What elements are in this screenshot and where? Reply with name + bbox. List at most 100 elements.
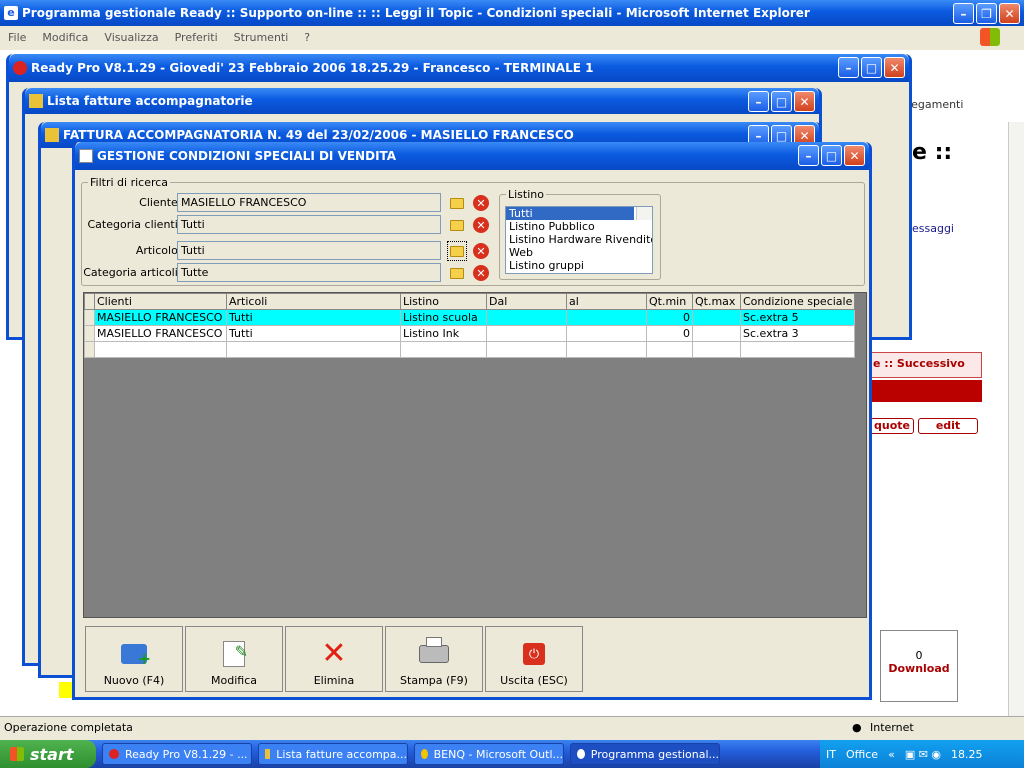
cell-condizione[interactable]: Sc.extra 5 [739,309,856,326]
ie-menubar: File Modifica Visualizza Preferiti Strum… [0,26,1024,48]
listino-scrollbar[interactable] [636,207,652,220]
articolo-clear-button[interactable]: ✕ [471,241,491,261]
messaggi-link[interactable]: essaggi [912,222,954,235]
stampa-button[interactable]: Stampa (F9) [385,626,483,692]
catart-field[interactable]: Tutte [177,263,441,282]
task-programma-gestionale[interactable]: Programma gestional... [570,743,720,765]
listino-option[interactable]: Web [506,246,652,259]
ie-minimize-button[interactable]: – [953,3,974,24]
dialog-minimize-button[interactable]: – [798,145,819,166]
col-dal[interactable]: Dal [486,293,567,310]
cell-qtmax[interactable] [692,325,741,342]
cell-articoli[interactable]: Tutti [226,325,401,342]
menu-preferiti[interactable]: Preferiti [175,31,218,44]
elimina-button[interactable]: ✕ Elimina [285,626,383,692]
cell-clienti[interactable]: MASIELLO FRANCESCO [94,325,227,342]
fatture-maximize-button[interactable]: □ [771,91,792,112]
cell-qtmin[interactable]: 0 [646,325,693,342]
ready-maximize-button[interactable]: □ [861,57,882,78]
catcli-folder-button[interactable] [447,215,467,235]
cell-empty[interactable] [739,341,856,358]
cell-al[interactable] [566,325,647,342]
ie-restore-button[interactable]: ❐ [976,3,997,24]
cliente-clear-button[interactable]: ✕ [471,193,491,213]
cell-empty[interactable] [486,341,567,358]
articolo-folder-button[interactable] [447,241,467,261]
cell-empty[interactable] [646,341,693,358]
cell-dal[interactable] [486,309,567,326]
download-link[interactable]: Download [881,662,957,675]
col-listino[interactable]: Listino [400,293,487,310]
list-icon [265,749,271,759]
fatture-minimize-button[interactable]: – [748,91,769,112]
menu-visualizza[interactable]: Visualizza [104,31,158,44]
catart-clear-button[interactable]: ✕ [471,263,491,283]
ready-close-button[interactable]: ✕ [884,57,905,78]
listino-option[interactable]: Listino gruppi [506,259,652,272]
tray-icons[interactable]: ▣ ✉ ◉ [905,748,941,761]
cell-qtmax[interactable] [692,309,741,326]
dialog-maximize-button[interactable]: □ [821,145,842,166]
table-row[interactable]: MASIELLO FRANCESCO Tutti Listino scuola … [84,309,856,326]
dialog-titlebar[interactable]: GESTIONE CONDIZIONI SPECIALI DI VENDITA … [75,142,869,170]
table-row-empty[interactable] [84,341,856,358]
task-ready-pro[interactable]: Ready Pro V8.1.29 - ... [102,743,252,765]
cell-empty[interactable] [226,341,401,358]
articolo-field[interactable]: Tutti [177,241,441,260]
cliente-field[interactable]: MASIELLO FRANCESCO [177,193,441,212]
menu-strumenti[interactable]: Strumenti [234,31,289,44]
cell-empty[interactable] [566,341,647,358]
col-qtmin[interactable]: Qt.min [646,293,693,310]
col-al[interactable]: al [566,293,647,310]
listino-option[interactable]: Listino Pubblico [506,220,652,233]
ready-minimize-button[interactable]: – [838,57,859,78]
quote-button[interactable]: quote [870,418,914,434]
col-qtmax[interactable]: Qt.max [692,293,741,310]
task-outlook[interactable]: BENQ - Microsoft Outl... [414,743,564,765]
cell-condizione[interactable]: Sc.extra 3 [739,325,856,342]
edit-button[interactable]: edit [918,418,978,434]
links-label[interactable]: llegamenti [905,98,963,111]
cell-empty[interactable] [94,341,227,358]
listino-option[interactable]: Listino Hardware Rivenditori [506,233,652,246]
cell-empty[interactable] [400,341,487,358]
listino-option[interactable]: Tutti [506,207,634,220]
col-articoli[interactable]: Articoli [226,293,401,310]
modifica-button[interactable]: ✎ Modifica [185,626,283,692]
language-indicator[interactable]: IT [826,748,836,761]
col-clienti[interactable]: Clienti [94,293,227,310]
cell-articoli[interactable]: Tutti [226,309,401,326]
cell-al[interactable] [566,309,647,326]
catcli-field[interactable]: Tutti [177,215,441,234]
catart-folder-button[interactable] [447,263,467,283]
successivo-link[interactable]: e :: Successivo [868,352,982,378]
ie-titlebar[interactable]: e Programma gestionale Ready :: Supporto… [0,0,1024,26]
cell-listino[interactable]: Listino Ink [400,325,487,342]
folder-icon [450,245,464,257]
cell-qtmin[interactable]: 0 [646,309,693,326]
ready-titlebar[interactable]: Ready Pro V8.1.29 - Giovedi' 23 Febbraio… [9,54,909,82]
cliente-folder-button[interactable] [447,193,467,213]
menu-modifica[interactable]: Modifica [42,31,88,44]
uscita-button[interactable]: ⏻ Uscita (ESC) [485,626,583,692]
menu-file[interactable]: File [8,31,26,44]
task-lista-fatture[interactable]: Lista fatture accompa... [258,743,408,765]
menu-help[interactable]: ? [304,31,310,44]
office-toolbar-label[interactable]: Office [846,748,878,761]
cell-clienti[interactable]: MASIELLO FRANCESCO [94,309,227,326]
listino-listbox[interactable]: Tutti Listino Pubblico Listino Hardware … [505,206,653,274]
table-row[interactable]: MASIELLO FRANCESCO Tutti Listino Ink 0 S… [84,325,856,342]
cell-dal[interactable] [486,325,567,342]
cell-empty[interactable] [692,341,741,358]
nuovo-button[interactable]: + Nuovo (F4) [85,626,183,692]
ie-close-button[interactable]: ✕ [999,3,1020,24]
start-button[interactable]: start [0,740,96,768]
fatture-titlebar[interactable]: Lista fatture accompagnatorie – □ ✕ [25,88,819,114]
fatture-close-button[interactable]: ✕ [794,91,815,112]
cell-listino[interactable]: Listino scuola [400,309,487,326]
col-condizione[interactable]: Condizione speciale [739,293,856,310]
ie-scrollbar[interactable] [1008,122,1024,718]
catcli-clear-button[interactable]: ✕ [471,215,491,235]
dialog-close-button[interactable]: ✕ [844,145,865,166]
tray-chevron-icon[interactable]: « [888,748,895,761]
